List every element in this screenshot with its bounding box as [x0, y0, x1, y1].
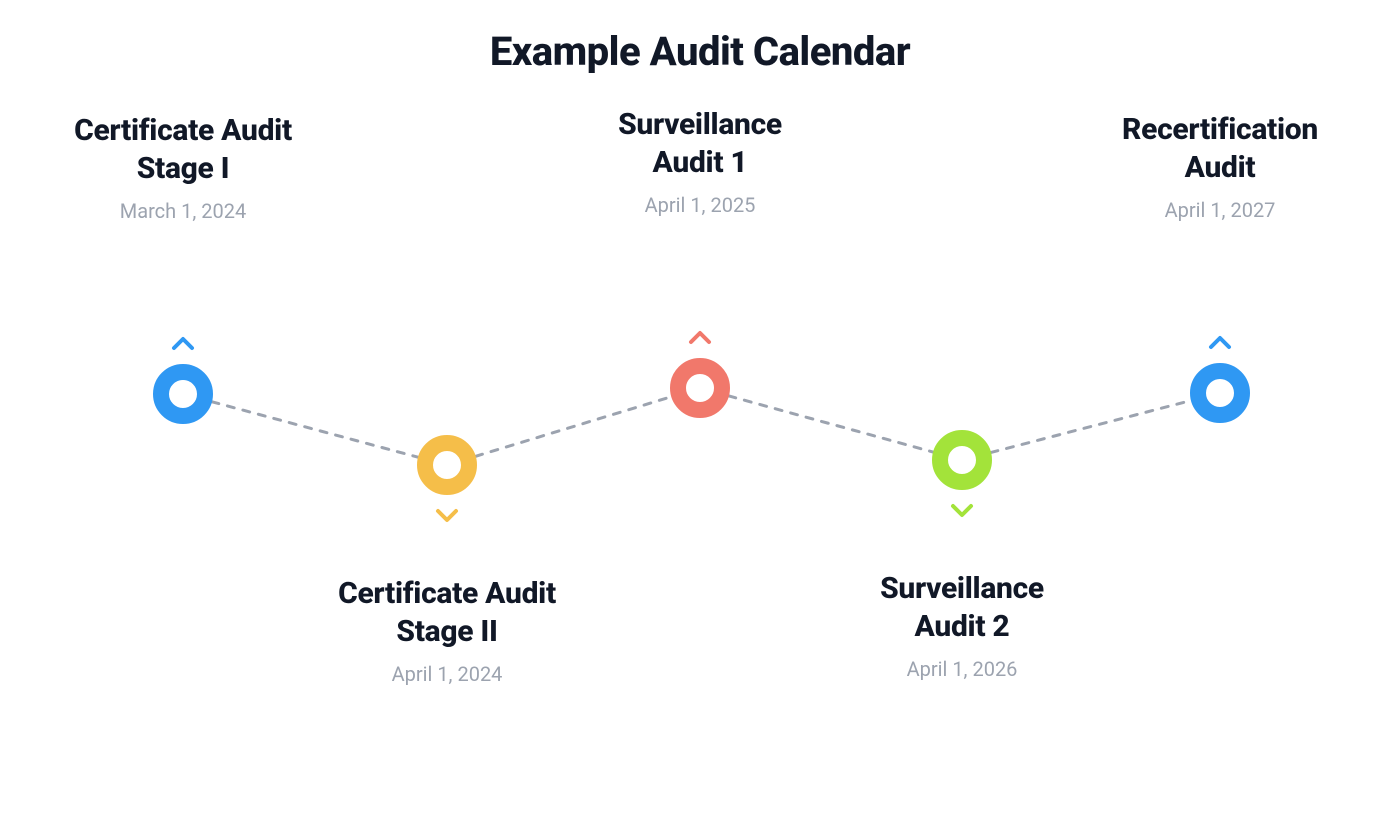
- timeline-node-n5: [1190, 363, 1250, 423]
- chevron-down-icon: [434, 502, 460, 528]
- timeline-label-n2: Certificate AuditStage II April 1, 2024: [287, 575, 607, 686]
- timeline-label-n5: RecertificationAudit April 1, 2027: [1060, 111, 1380, 222]
- timeline-label-date: March 1, 2024: [23, 199, 343, 223]
- chevron-up-icon: [1207, 330, 1233, 356]
- timeline-label-n4: SurveillanceAudit 2 April 1, 2026: [802, 570, 1122, 681]
- timeline-node-n1: [153, 364, 213, 424]
- timeline-stage: Certificate AuditStage I March 1, 2024 Ce…: [0, 0, 1400, 817]
- timeline-label-title: RecertificationAudit: [1060, 111, 1380, 186]
- timeline-label-title: SurveillanceAudit 2: [802, 570, 1122, 645]
- timeline-label-title: SurveillanceAudit 1: [540, 106, 860, 181]
- timeline-label-n3: SurveillanceAudit 1 April 1, 2025: [540, 106, 860, 217]
- timeline-node-n2: [417, 435, 477, 495]
- timeline-label-date: April 1, 2026: [802, 657, 1122, 681]
- timeline-label-date: April 1, 2027: [1060, 198, 1380, 222]
- timeline-label-n1: Certificate AuditStage I March 1, 2024: [23, 112, 343, 223]
- timeline-label-title: Certificate AuditStage II: [287, 575, 607, 650]
- timeline-node-n3: [670, 358, 730, 418]
- timeline-label-date: April 1, 2025: [540, 193, 860, 217]
- chevron-up-icon: [170, 331, 196, 357]
- timeline-label-date: April 1, 2024: [287, 662, 607, 686]
- timeline-label-title: Certificate AuditStage I: [23, 112, 343, 187]
- timeline-node-n4: [932, 430, 992, 490]
- chevron-up-icon: [687, 325, 713, 351]
- chevron-down-icon: [949, 497, 975, 523]
